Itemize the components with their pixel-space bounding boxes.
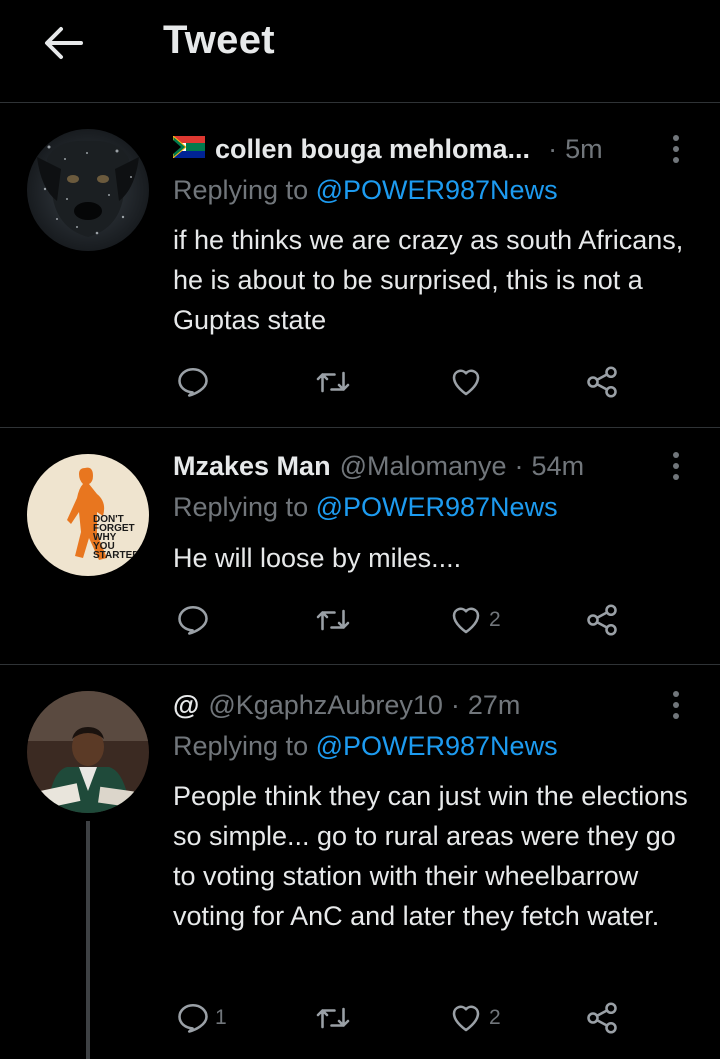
top-bar: Tweet: [0, 0, 720, 103]
reply-button[interactable]: [175, 600, 215, 640]
tweet-text: People think they can just win the elect…: [173, 781, 688, 931]
timestamp[interactable]: 54m: [532, 451, 585, 482]
tweet-actions: 2: [173, 600, 653, 640]
heart-icon: [452, 607, 480, 634]
tweet-header: @ @KgaphzAubrey10 · 27m: [173, 685, 690, 725]
reply-button[interactable]: [175, 362, 215, 402]
heart-icon: [452, 369, 480, 396]
replying-to: Replying to @POWER987News: [173, 175, 558, 205]
retweet-icon: [316, 371, 350, 393]
share-button[interactable]: [583, 998, 621, 1038]
like-button[interactable]: 2: [447, 998, 501, 1038]
replying-to: Replying to @POWER987News: [173, 492, 558, 522]
reply-icon: [178, 367, 208, 397]
heart-icon: [452, 1005, 480, 1032]
separator-dot: ·: [514, 450, 524, 481]
more-vertical-icon[interactable]: [664, 685, 688, 725]
tweet-actions: 1 2: [173, 998, 653, 1038]
like-count: 2: [489, 608, 501, 631]
share-icon: [587, 1002, 617, 1034]
more-vertical-icon[interactable]: [664, 129, 688, 169]
share-icon: [587, 366, 617, 398]
reply-count: 1: [215, 1006, 227, 1029]
tweet[interactable]: @ @KgaphzAubrey10 · 27m Replying to @POW…: [0, 665, 720, 1059]
author-name[interactable]: collen bouga mehloma...: [215, 134, 530, 165]
author-name[interactable]: @: [173, 690, 199, 721]
avatar[interactable]: DON'T FORGET WHY YOU STARTED: [27, 454, 149, 576]
arrow-left-icon: [45, 27, 83, 59]
separator-dot: ·: [548, 133, 558, 164]
replying-to: Replying to @POWER987News: [173, 731, 558, 761]
tweet-header: collen bouga mehloma... · 5m: [172, 129, 690, 169]
mention-link[interactable]: @POWER987News: [316, 175, 558, 205]
tweet-header: Mzakes Man @Malomanye · 54m: [173, 446, 690, 486]
share-button[interactable]: [583, 600, 621, 640]
reply-button[interactable]: 1: [175, 998, 227, 1038]
tweet-text: if he thinks we are crazy as south Afric…: [173, 225, 684, 335]
author-name[interactable]: Mzakes Man: [173, 451, 331, 482]
separator-dot: ·: [450, 689, 460, 720]
avatar[interactable]: [27, 129, 149, 251]
timestamp[interactable]: 5m: [565, 134, 603, 165]
reply-icon: [178, 605, 208, 635]
timestamp[interactable]: 27m: [468, 690, 521, 721]
back-button[interactable]: [40, 20, 86, 66]
retweet-button[interactable]: [313, 362, 357, 402]
retweet-icon: [316, 1007, 350, 1029]
like-count: 2: [489, 1006, 501, 1029]
avatar[interactable]: [27, 691, 149, 813]
share-button[interactable]: [583, 362, 621, 402]
tweet[interactable]: collen bouga mehloma... · 5m Replying to…: [0, 103, 720, 428]
mention-link[interactable]: @POWER987News: [316, 731, 558, 761]
author-handle[interactable]: @Malomanye: [340, 451, 507, 482]
retweet-button[interactable]: [313, 600, 357, 640]
page-title: Tweet: [163, 18, 275, 62]
more-vertical-icon[interactable]: [664, 446, 688, 486]
reply-icon: [178, 1003, 208, 1033]
like-button[interactable]: [447, 362, 489, 402]
retweet-button[interactable]: [313, 998, 357, 1038]
tweet-actions: [173, 362, 653, 402]
retweet-icon: [316, 609, 350, 631]
south-africa-flag-icon: [172, 134, 205, 165]
tweet-text: He will loose by miles....: [173, 543, 462, 573]
author-handle[interactable]: @KgaphzAubrey10: [208, 690, 443, 721]
share-icon: [587, 604, 617, 636]
mention-link[interactable]: @POWER987News: [316, 492, 558, 522]
like-button[interactable]: 2: [447, 600, 501, 640]
thread-line: [86, 821, 90, 1059]
tweet[interactable]: DON'T FORGET WHY YOU STARTED Mzakes Man …: [0, 428, 720, 665]
